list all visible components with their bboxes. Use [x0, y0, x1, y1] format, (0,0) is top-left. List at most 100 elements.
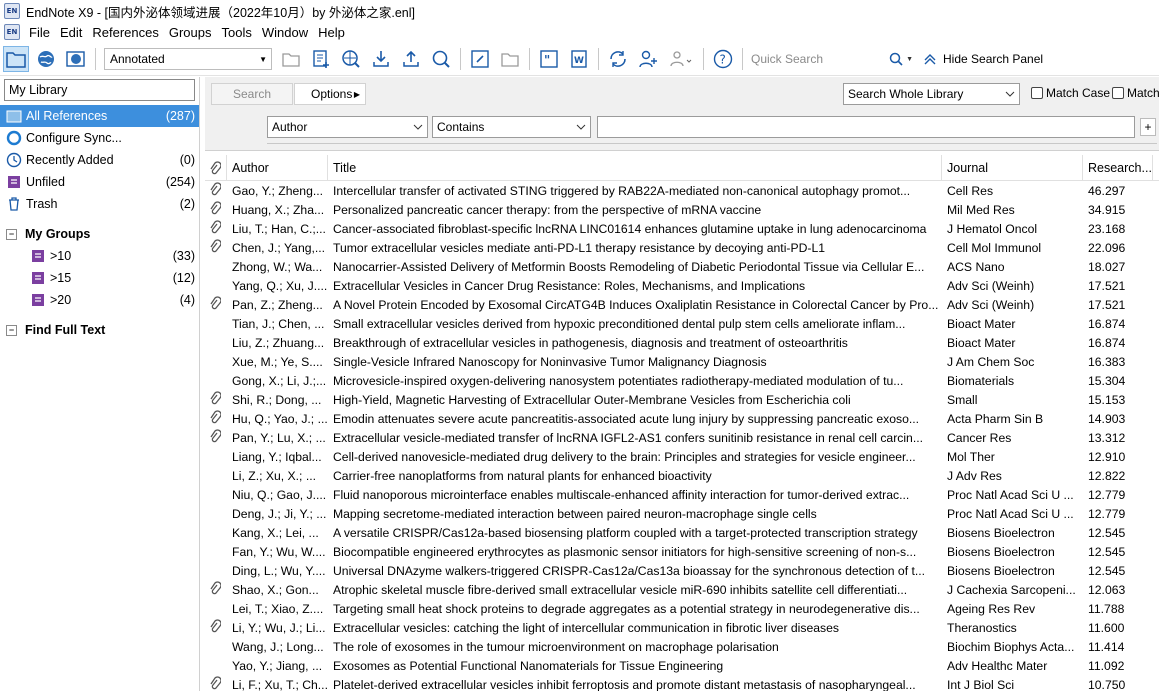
- menu-window[interactable]: Window: [257, 25, 313, 40]
- copy-to-local-library-button[interactable]: [278, 46, 304, 72]
- hide-search-panel-label: Hide Search Panel: [943, 52, 1044, 66]
- options-button[interactable]: Options ▶: [294, 83, 366, 105]
- menu-references[interactable]: References: [87, 25, 163, 40]
- sidebar-item-configure-sync[interactable]: Configure Sync...: [0, 127, 199, 149]
- online-search-mode-button[interactable]: [33, 46, 59, 72]
- share-group-button[interactable]: [665, 46, 697, 72]
- sidebar-group-15[interactable]: >15 (12): [0, 267, 199, 289]
- search-field-select[interactable]: Author: [267, 116, 428, 138]
- table-row[interactable]: Wang, J.; Long... The role of exosomes in…: [205, 637, 1159, 656]
- journal-column-header[interactable]: Journal: [942, 155, 1083, 181]
- chevron-down-icon[interactable]: ▼: [906, 56, 913, 63]
- open-link-button[interactable]: [467, 46, 493, 72]
- output-style-select[interactable]: Annotated ▼: [104, 48, 272, 70]
- export-button[interactable]: [398, 46, 424, 72]
- sidebar-group-10[interactable]: >10 (33): [0, 245, 199, 267]
- research-cell: 12.910: [1088, 449, 1126, 464]
- table-row[interactable]: Pan, Z.; Zheng... A Novel Protein Encoded…: [205, 295, 1159, 314]
- research-cell: 34.915: [1088, 202, 1126, 217]
- table-row[interactable]: Shi, R.; Dong, ... High-Yield, Magnetic H…: [205, 390, 1159, 409]
- table-row[interactable]: Hu, Q.; Yao, J.; ... Emodin attenuates se…: [205, 409, 1159, 428]
- collapse-icon[interactable]: −: [6, 324, 17, 336]
- sidebar-item-trash[interactable]: Trash (2): [0, 193, 199, 215]
- table-row[interactable]: Liu, T.; Han, C.;... Cancer-associated fi…: [205, 219, 1159, 238]
- folder-icon: [6, 52, 26, 68]
- quick-search-field[interactable]: Quick Search ▼: [747, 48, 917, 70]
- online-search-button[interactable]: [338, 46, 364, 72]
- table-row[interactable]: Fan, Y.; Wu, W.... Biocompatible engineer…: [205, 542, 1159, 561]
- local-library-mode-button[interactable]: [3, 46, 29, 72]
- table-row[interactable]: Deng, J.; Ji, Y.; ... Mapping secretome-m…: [205, 504, 1159, 523]
- table-row[interactable]: Huang, X.; Zha... Personalized pancreatic…: [205, 200, 1159, 219]
- research-column-header[interactable]: Research...: [1083, 155, 1153, 181]
- title-column-header[interactable]: Title: [328, 155, 942, 181]
- paperclip-icon: [209, 182, 222, 199]
- match-words-checkbox[interactable]: Match: [1112, 86, 1159, 100]
- sidebar-item-recently-added[interactable]: Recently Added (0): [0, 149, 199, 171]
- hide-search-panel-button[interactable]: Hide Search Panel: [923, 52, 1043, 66]
- table-row[interactable]: Niu, Q.; Gao, J.... Fluid nanoporous micr…: [205, 485, 1159, 504]
- open-file-button[interactable]: [497, 46, 523, 72]
- table-row[interactable]: Kang, X.; Lei, ... A versatile CRISPR/Cas…: [205, 523, 1159, 542]
- new-reference-button[interactable]: [308, 46, 334, 72]
- add-search-row-button[interactable]: +: [1140, 118, 1156, 136]
- table-row[interactable]: Gong, X.; Li, J.;... Microvesicle-inspire…: [205, 371, 1159, 390]
- menu-file[interactable]: File: [24, 25, 55, 40]
- checkbox-box[interactable]: [1031, 87, 1043, 99]
- import-button[interactable]: [368, 46, 394, 72]
- sidebar-item-label: Configure Sync...: [26, 131, 122, 145]
- insert-citation-button[interactable]: ": [536, 46, 562, 72]
- my-groups-header[interactable]: − My Groups: [0, 223, 199, 245]
- attachment-column-header[interactable]: [205, 155, 227, 181]
- sidebar-item-unfiled[interactable]: Unfiled (254): [0, 171, 199, 193]
- table-row[interactable]: Liang, Y.; Iqbal... Cell-derived nanovesi…: [205, 447, 1159, 466]
- title-cell: Cancer-associated fibroblast-specific ln…: [333, 221, 927, 236]
- table-row[interactable]: Pan, Y.; Lu, X.; ... Extracellular vesicl…: [205, 428, 1159, 447]
- table-row[interactable]: Xue, M.; Ye, S.... Single-Vesicle Infrare…: [205, 352, 1159, 371]
- table-row[interactable]: Lei, T.; Xiao, Z.... Targeting small heat…: [205, 599, 1159, 618]
- checkbox-box[interactable]: [1112, 87, 1124, 99]
- search-operator-select[interactable]: Contains: [432, 116, 591, 138]
- document-menu-icon[interactable]: EN: [4, 24, 20, 40]
- table-row[interactable]: Ding, L.; Wu, Y.... Universal DNAzyme wal…: [205, 561, 1159, 580]
- table-row[interactable]: Li, Y.; Wu, J.; Li... Extracellular vesic…: [205, 618, 1159, 637]
- share-library-button[interactable]: [635, 46, 661, 72]
- find-full-text-header[interactable]: − Find Full Text: [0, 319, 199, 341]
- go-to-word-button[interactable]: W: [566, 46, 592, 72]
- table-row[interactable]: Yao, Y.; Jiang, ... Exosomes as Potential…: [205, 656, 1159, 675]
- attachment-cell: [205, 201, 227, 218]
- sync-button[interactable]: [605, 46, 631, 72]
- menu-edit[interactable]: Edit: [55, 25, 87, 40]
- match-case-checkbox[interactable]: Match Case: [1031, 86, 1110, 100]
- sidebar-group-20[interactable]: >20 (4): [0, 289, 199, 311]
- search-scope-value: Search Whole Library: [848, 87, 964, 101]
- search-term-input[interactable]: [597, 116, 1135, 138]
- table-row[interactable]: Li, Z.; Xu, X.; ... Carrier-free nanoplat…: [205, 466, 1159, 485]
- menu-tools[interactable]: Tools: [216, 25, 256, 40]
- sidebar-item-all-references[interactable]: All References (287): [0, 105, 199, 127]
- author-column-header[interactable]: Author: [227, 155, 328, 181]
- journal-cell: Small: [947, 392, 978, 407]
- library-select[interactable]: My Library: [4, 79, 195, 101]
- table-row[interactable]: Tian, J.; Chen, ... Small extracellular v…: [205, 314, 1159, 333]
- author-cell: Shi, R.; Dong, ...: [232, 392, 322, 407]
- integrated-library-mode-button[interactable]: [63, 46, 89, 72]
- search-scope-select[interactable]: Search Whole Library: [843, 83, 1020, 105]
- research-cell: 22.096: [1088, 240, 1126, 255]
- collapse-icon[interactable]: −: [6, 228, 17, 240]
- journal-cell: J Hematol Oncol: [947, 221, 1038, 236]
- table-row[interactable]: Liu, Z.; Zhuang... Breakthrough of extrac…: [205, 333, 1159, 352]
- table-row[interactable]: Shao, X.; Gon... Atrophic skeletal muscle…: [205, 580, 1159, 599]
- table-row[interactable]: Li, F.; Xu, T.; Ch... Platelet-derived ex…: [205, 675, 1159, 691]
- attachment-cell: [205, 220, 227, 237]
- research-cell: 11.092: [1088, 658, 1125, 673]
- table-row[interactable]: Chen, J.; Yang,... Tumor extracellular ve…: [205, 238, 1159, 257]
- menu-help[interactable]: Help: [313, 25, 350, 40]
- table-row[interactable]: Zhong, W.; Wa... Nanocarrier-Assisted Del…: [205, 257, 1159, 276]
- table-row[interactable]: Yang, Q.; Xu, J.... Extracellular Vesicle…: [205, 276, 1159, 295]
- table-row[interactable]: Gao, Y.; Zheng... Intercellular transfer …: [205, 181, 1159, 200]
- menu-groups[interactable]: Groups: [164, 25, 217, 40]
- help-button[interactable]: ?: [710, 46, 736, 72]
- find-full-text-button[interactable]: [428, 46, 454, 72]
- search-button[interactable]: Search: [211, 83, 293, 105]
